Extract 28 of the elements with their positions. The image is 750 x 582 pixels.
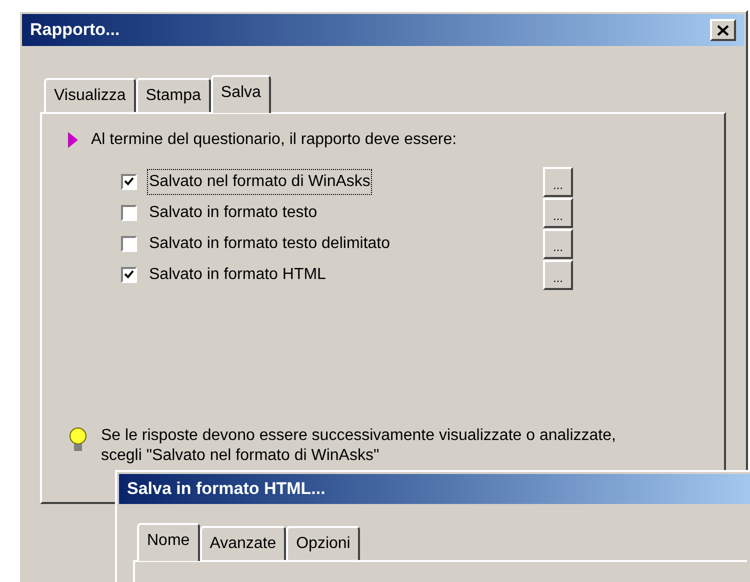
checkbox[interactable] xyxy=(121,204,137,220)
browse-button[interactable]: ... xyxy=(543,166,573,196)
window-title: Salva in formato HTML... xyxy=(127,478,326,500)
checkbox-label: Salvato in formato testo xyxy=(148,202,318,222)
checkbox[interactable] xyxy=(121,236,137,252)
tab[interactable]: Opzioni xyxy=(286,526,360,560)
browse-button[interactable]: ... xyxy=(543,198,573,228)
checkbox-label: Salvato in formato HTML xyxy=(148,264,327,284)
checkbox[interactable] xyxy=(121,174,137,190)
close-button[interactable] xyxy=(710,19,736,41)
tab[interactable]: Salva xyxy=(210,75,271,113)
lightbulb-icon xyxy=(67,426,89,454)
tab[interactable]: Stampa xyxy=(136,78,211,112)
browse-button[interactable]: ... xyxy=(543,260,573,290)
tab[interactable]: Avanzate xyxy=(200,526,286,560)
checkbox-label: Salvato nel formato di WinAsks xyxy=(147,168,372,194)
check-icon xyxy=(124,270,134,279)
checkbox-label: Salvato in formato testo delimitato xyxy=(148,234,392,254)
check-icon xyxy=(124,177,134,186)
hint-text: Se le risposte devono essere successivamente visualizzate o analizzate, scegli "Salvato nel formato di WinAsks" xyxy=(101,426,617,466)
tab[interactable]: Visualizza xyxy=(44,78,136,112)
checkbox[interactable] xyxy=(121,266,137,282)
window-title: Rapporto... xyxy=(30,19,120,42)
browse-button[interactable]: ... xyxy=(543,228,573,258)
tab[interactable]: Nome xyxy=(137,523,200,561)
arrow-icon xyxy=(67,131,79,149)
close-icon xyxy=(717,24,729,36)
intro-text: Al termine del questionario, il rapporto deve essere: xyxy=(91,130,457,150)
